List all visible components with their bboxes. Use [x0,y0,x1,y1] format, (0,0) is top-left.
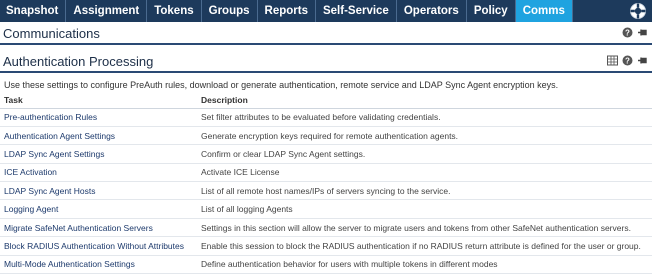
task-link-migrate-safenet-authentication-servers[interactable]: Migrate SafeNet Authentication Servers [0,218,197,238]
task-link-multi-mode-authentication-settings[interactable]: Multi-Mode Authentication Settings [0,255,197,275]
task-link-ldap-sync-agent-settings[interactable]: LDAP Sync Agent Settings [0,144,197,164]
task-description: Enable this session to block the RADIUS … [197,236,652,256]
auth-processing-intro: Use these settings to configure PreAuth … [4,80,559,90]
task-link-authentication-agent-settings[interactable]: Authentication Agent Settings [0,126,197,146]
table-icon[interactable] [607,55,618,66]
table-header-row: Task Description [0,93,652,109]
task-description: Activate ICE License [197,163,652,183]
help-icon[interactable]: ? [622,55,633,66]
column-header-task: Task [0,93,197,109]
svg-text:?: ? [625,56,630,65]
task-link-ice-activation[interactable]: ICE Activation [0,163,197,183]
task-link-ldap-sync-agent-hosts[interactable]: LDAP Sync Agent Hosts [0,181,197,201]
nav-tab-comms[interactable]: Comms [515,0,573,22]
table-row: LDAP Sync Agent Hosts List of all remote… [0,181,652,201]
task-link-logging-agent[interactable]: Logging Agent [0,199,197,219]
table-row: Block RADIUS Authentication Without Attr… [0,236,652,256]
auth-processing-header: Authentication Processing ? [0,51,652,73]
task-description: Set filter attributes to be evaluated be… [197,108,652,127]
nav-tab-operators[interactable]: Operators [397,0,467,22]
task-description: List of all logging Agents [197,199,652,219]
task-description: Settings in this section will allow the … [197,218,652,238]
table-row: Pre-authentication Rules Set filter attr… [0,108,652,127]
auth-processing-title: Authentication Processing [3,53,154,69]
nav-tab-snapshot[interactable]: Snapshot [0,0,67,22]
nav-tab-groups[interactable]: Groups [202,0,258,22]
nav-tab-reports[interactable]: Reports [258,0,316,22]
task-link-block-radius-authentication[interactable]: Block RADIUS Authentication Without Attr… [0,236,197,256]
nav-tab-tokens[interactable]: Tokens [147,0,202,22]
table-row: Migrate SafeNet Authentication Servers S… [0,218,652,238]
table-row: LDAP Sync Agent Settings Confirm or clea… [0,144,652,164]
nav-tab-self-service[interactable]: Self-Service [316,0,397,22]
task-description: Confirm or clear LDAP Sync Agent setting… [197,144,652,164]
task-description: Define authentication behavior for users… [197,255,652,275]
task-table: Task Description Pre-authentication Rule… [0,93,652,275]
table-row: Authentication Agent Settings Generate e… [0,126,652,146]
communications-title: Communications [3,25,100,41]
lifebuoy-icon[interactable] [629,2,647,20]
table-row: Logging Agent List of all logging Agents [0,199,652,219]
top-nav: Snapshot Assignment Tokens Groups Report… [0,0,652,22]
column-header-description: Description [197,93,652,109]
nav-tab-assignment[interactable]: Assignment [66,0,148,22]
table-row: Multi-Mode Authentication Settings Defin… [0,255,652,275]
table-row: ICE Activation Activate ICE License [0,163,652,183]
pin-icon[interactable] [637,27,648,38]
task-link-pre-authentication-rules[interactable]: Pre-authentication Rules [0,108,197,127]
help-icon[interactable]: ? [622,27,633,38]
communications-header: Communications ? [0,23,652,45]
nav-tab-policy[interactable]: Policy [467,0,516,22]
task-description: Generate encryption keys required for re… [197,126,652,146]
task-description: List of all remote host names/IPs of ser… [197,181,652,201]
pin-icon[interactable] [637,55,648,66]
svg-text:?: ? [625,28,630,37]
